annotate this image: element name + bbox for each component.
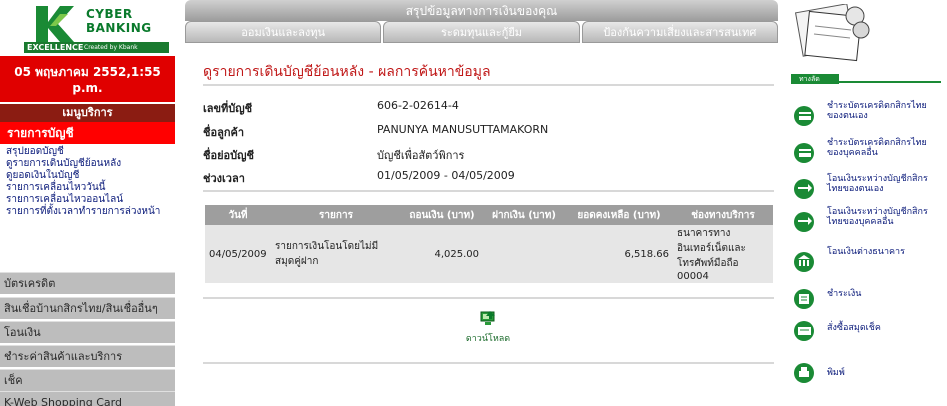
- tagline: EXCELLENCE: [27, 43, 84, 52]
- period-label: ช่วงเวลา: [203, 172, 245, 185]
- shortcut-pay-other-credit-card[interactable]: ชำระบัตรเครดิตกสิกรไทยของบุคคลอื่น: [793, 138, 943, 168]
- shortcut-interbank-transfer[interactable]: โอนเงินต่างธนาคาร: [793, 247, 943, 277]
- customer-name-label: ชื่อลูกค้า: [203, 126, 245, 139]
- sidebar-item-cheque[interactable]: เช็ค: [0, 369, 175, 391]
- divider: [203, 190, 774, 192]
- page-title: ดูรายการเดินบัญชีย้อนหลัง - ผลการค้นหาข้…: [203, 64, 491, 80]
- k-logo-icon: [36, 6, 74, 42]
- submenu-scheduled-transactions[interactable]: รายการที่ตั้งเวลาทำรายการล่วงหน้า: [6, 206, 175, 218]
- divider: [203, 84, 774, 86]
- sidebar-item-bill-payment[interactable]: ชำระค่าสินค้าและบริการ: [0, 345, 175, 367]
- col-deposit: ฝากเงิน (บาท): [483, 205, 565, 225]
- table-header-row: วันที่ รายการ ถอนเงิน (บาท) ฝากเงิน (บาท…: [205, 205, 773, 225]
- cell-date: 04/05/2009: [205, 225, 271, 283]
- menu-title: เมนูบริการ: [0, 104, 175, 122]
- transfer-icon: [794, 179, 814, 199]
- shortcut-order-chequebook[interactable]: สั่งซื้อสมุดเช็ค: [793, 316, 943, 346]
- sidebar-item-home-loan[interactable]: สินเชื่อบ้านกสิกรไทย/สินเชื่ออื่นๆ: [0, 297, 175, 319]
- col-balance: ยอดคงเหลือ (บาท): [565, 205, 673, 225]
- sidebar-item-accounts[interactable]: รายการบัญชี: [0, 122, 175, 144]
- transfer-icon: [794, 212, 814, 232]
- sidebar-item-credit-card[interactable]: บัตรเครดิต: [0, 272, 175, 294]
- statement-table: วันที่ รายการ ถอนเงิน (บาท) ฝากเงิน (บาท…: [205, 205, 773, 283]
- bank-transfer-icon: [794, 252, 814, 272]
- shortcut-transfer-other[interactable]: โอนเงินระหว่างบัญชีกสิกรไทยของบุคคลอื่น: [793, 207, 943, 237]
- table-row: 04/05/2009 รายการเงินโอนโดยไม่มีสมุดคู่ฝ…: [205, 225, 773, 283]
- account-nickname-label: ชื่อย่อบัญชี: [203, 149, 254, 162]
- account-number-label: เลขที่บัญชี: [203, 102, 253, 115]
- cell-channel: ธนาคารทางอินเทอร์เน็ตและโทรศัพท์มือถือ 0…: [673, 225, 773, 283]
- download-icon: [480, 311, 495, 325]
- sidebar-item-transfer[interactable]: โอนเงิน: [0, 321, 175, 343]
- shortcut-label: ทางลัด: [791, 74, 839, 84]
- brand-word-banking: BANKING: [86, 21, 152, 35]
- cell-balance: 6,518.66: [565, 225, 673, 283]
- excellence-bar: EXCELLENCE Created by Kbank: [24, 42, 169, 53]
- customer-name-value: PANUNYA MANUSUTTAMAKORN: [377, 123, 549, 136]
- col-channel: ช่องทางบริการ: [673, 205, 773, 225]
- kbank-logo: CYBER BANKING EXCELLENCE Created by Kban…: [0, 0, 175, 56]
- credit-card-icon: [794, 106, 814, 126]
- shortcut-header: ทางลัด: [791, 74, 941, 84]
- col-withdrawal: ถอนเงิน (บาท): [401, 205, 483, 225]
- shortcut-print[interactable]: พิมพ์: [793, 358, 943, 388]
- cell-description: รายการเงินโอนโดยไม่มีสมุดคู่ฝาก: [271, 225, 401, 283]
- submenu-account-summary[interactable]: สรุปยอดบัญชี: [6, 146, 175, 158]
- submenu-today-movements[interactable]: รายการเคลื่อนไหววันนี้: [6, 182, 175, 194]
- submenu-online-movements[interactable]: รายการเคลื่อนไหวออนไลน์: [6, 194, 175, 206]
- tab-risk-information[interactable]: ป้องกันความเสี่ยงและสารสนเทศ: [581, 21, 778, 43]
- shortcuts-panel: ทางลัด ชำระบัตรเครดิตกสิกรไทยของตนเอง ชำ…: [787, 0, 947, 406]
- divider: [203, 362, 774, 364]
- shortcut-pay-own-credit-card[interactable]: ชำระบัตรเครดิตกสิกรไทยของตนเอง: [793, 101, 943, 131]
- chequebook-icon: [794, 321, 814, 341]
- submenu-statement-history[interactable]: ดูรายการเดินบัญชีย้อนหลัง: [6, 158, 175, 170]
- credit-card-icon: [794, 143, 814, 163]
- papers-coins-illustration: [794, 4, 870, 62]
- download-button[interactable]: ดาวน์โหลด: [458, 311, 518, 345]
- col-date: วันที่: [205, 205, 271, 225]
- print-icon: [794, 363, 814, 383]
- tab-funding-loans[interactable]: ระดมทุนและกู้ยืม: [383, 21, 580, 43]
- sidebar-item-kweb-shopping[interactable]: K-Web Shopping Card: [0, 391, 175, 406]
- cell-withdrawal: 4,025.00: [401, 225, 483, 283]
- shortcut-bill-payment[interactable]: ชำระเงิน: [793, 284, 943, 314]
- financial-summary-bar[interactable]: สรุปข้อมูลทางการเงินของคุณ: [185, 0, 778, 21]
- accounts-submenu: สรุปยอดบัญชี ดูรายการเดินบัญชีย้อนหลัง ด…: [0, 146, 175, 218]
- cell-deposit: [483, 225, 565, 283]
- shortcut-transfer-own[interactable]: โอนเงินระหว่างบัญชีกสิกรไทยของตนเอง: [793, 174, 943, 204]
- tab-savings-investment[interactable]: ออมเงินและลงทุน: [185, 21, 382, 43]
- col-description: รายการ: [271, 205, 401, 225]
- submenu-account-balance[interactable]: ดูยอดเงินในบัญชี: [6, 170, 175, 182]
- payment-icon: [794, 289, 814, 309]
- main-content: สรุปข้อมูลทางการเงินของคุณ ออมเงินและลงท…: [183, 0, 780, 406]
- divider: [203, 297, 774, 299]
- period-value: 01/05/2009 - 04/05/2009: [377, 169, 515, 182]
- account-nickname-value: บัญชีเพื่อสัตว์พิการ: [377, 149, 465, 162]
- sub-tagline: Created by Kbank: [84, 44, 138, 51]
- download-label: ดาวน์โหลด: [465, 334, 511, 344]
- brand-word-cyber: CYBER: [86, 7, 133, 21]
- left-sidebar: CYBER BANKING EXCELLENCE Created by Kban…: [0, 0, 175, 406]
- session-datetime: 05 พฤษภาคม 2552,1:55 p.m.: [0, 56, 175, 102]
- shortcut-line: [839, 81, 941, 83]
- account-number-value: 606-2-02614-4: [377, 99, 459, 112]
- top-tabs: ออมเงินและลงทุน ระดมทุนและกู้ยืม ป้องกัน…: [185, 21, 778, 43]
